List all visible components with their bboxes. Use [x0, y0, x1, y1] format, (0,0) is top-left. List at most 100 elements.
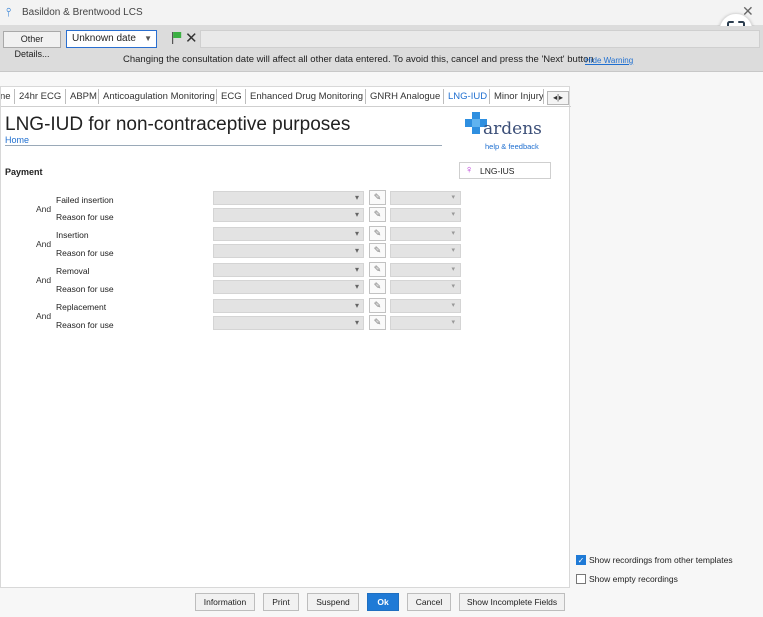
- title-divider: [5, 145, 442, 146]
- tab-anticoagulation-monitoring[interactable]: Anticoagulation Monitoring: [103, 91, 215, 102]
- reason-for-use-secondary-select[interactable]: ▾: [390, 280, 461, 294]
- lng-ius-label: LNG-IUS: [480, 166, 515, 176]
- other-details-button[interactable]: Other Details...: [3, 31, 61, 59]
- row-label-failed-insertion: Failed insertion: [56, 195, 114, 205]
- removal-select[interactable]: ▾: [213, 263, 364, 277]
- row-label-reason-for-use: Reason for use: [56, 248, 114, 258]
- title-bar: ⫯ Basildon & Brentwood LCS ✕: [0, 0, 763, 26]
- chevron-down-icon: ▾: [451, 319, 455, 326]
- window-title: Basildon & Brentwood LCS: [22, 7, 143, 18]
- pencil-icon[interactable]: ✎: [369, 190, 386, 205]
- pencil-icon[interactable]: ✎: [369, 207, 386, 222]
- information-button[interactable]: Information: [195, 593, 255, 611]
- tab-separator: [216, 89, 217, 104]
- consultation-date-select[interactable]: Unknown date ▼: [66, 30, 157, 48]
- tab-separator: [98, 89, 99, 104]
- chevron-down-icon: ▾: [354, 193, 359, 202]
- reason-for-use-secondary-select[interactable]: ▾: [390, 208, 461, 222]
- tab-gnrh-analogue[interactable]: GNRH Analogue: [370, 91, 440, 102]
- tab-scroll-button[interactable]: ◂|▸: [547, 91, 569, 105]
- home-link[interactable]: Home: [5, 135, 29, 145]
- ardens-logo[interactable]: ardens help & feedback: [465, 110, 545, 151]
- chevron-down-icon: ▾: [354, 282, 359, 291]
- show-recordings-option[interactable]: ✓ Show recordings from other templates: [576, 555, 756, 567]
- tab-separator: [365, 89, 366, 104]
- chevron-down-icon: ▾: [354, 210, 359, 219]
- chevron-down-icon: ▾: [451, 247, 455, 254]
- tab-separator: [65, 89, 66, 104]
- chevron-down-icon: ▾: [451, 211, 455, 218]
- page-title: LNG-IUD for non-contraceptive purposes: [5, 114, 351, 135]
- tab-enhanced-drug-monitoring[interactable]: Enhanced Drug Monitoring: [250, 91, 363, 102]
- failed-insertion-select[interactable]: ▾: [213, 191, 364, 205]
- main-area: ne 24hr ECG ABPM Anticoagulation Monitor…: [0, 72, 763, 617]
- removal-secondary-select[interactable]: ▾: [390, 263, 461, 277]
- tab-ecg[interactable]: ECG: [221, 91, 242, 102]
- section-label-payment: Payment: [5, 167, 43, 177]
- failed-insertion-secondary-select[interactable]: ▾: [390, 191, 461, 205]
- show-empty-label: Show empty recordings: [589, 574, 678, 584]
- chevron-down-icon: ▼: [144, 34, 152, 43]
- chevron-down-icon: ▾: [354, 229, 359, 238]
- chevron-down-icon: ▾: [451, 230, 455, 237]
- date-detail-field[interactable]: [200, 30, 760, 48]
- pencil-icon[interactable]: ✎: [369, 243, 386, 258]
- show-recordings-checkbox[interactable]: ✓: [576, 555, 586, 565]
- template-tabs: ne 24hr ECG ABPM Anticoagulation Monitor…: [1, 87, 571, 107]
- reason-for-use-select[interactable]: ▾: [213, 280, 364, 294]
- tab-partial[interactable]: ne: [1, 91, 11, 102]
- flag-icon[interactable]: [172, 32, 182, 44]
- pencil-icon[interactable]: ✎: [369, 298, 386, 313]
- insertion-secondary-select[interactable]: ▾: [390, 227, 461, 241]
- show-incomplete-fields-button[interactable]: Show Incomplete Fields: [459, 593, 565, 611]
- consultation-date-value: Unknown date: [72, 33, 136, 44]
- template-panel: ne 24hr ECG ABPM Anticoagulation Monitor…: [0, 86, 571, 588]
- row-label-insertion: Insertion: [56, 230, 89, 240]
- replacement-select[interactable]: ▾: [213, 299, 364, 313]
- lng-ius-tag[interactable]: ♀ LNG-IUS: [459, 162, 551, 179]
- clear-date-icon[interactable]: ✕: [185, 29, 198, 47]
- chevron-down-icon: ▾: [451, 302, 455, 309]
- and-label: And: [36, 239, 52, 249]
- ok-button[interactable]: Ok: [367, 593, 399, 611]
- replacement-secondary-select[interactable]: ▾: [390, 299, 461, 313]
- row-label-reason-for-use: Reason for use: [56, 212, 114, 222]
- chevron-down-icon: ▾: [451, 283, 455, 290]
- pencil-icon[interactable]: ✎: [369, 226, 386, 241]
- tab-minor-injury[interactable]: Minor Injury: [494, 91, 544, 102]
- tab-separator: [489, 89, 490, 104]
- pencil-icon[interactable]: ✎: [369, 262, 386, 277]
- show-recordings-label: Show recordings from other templates: [589, 555, 733, 565]
- app-logo-icon: ⫯: [6, 5, 12, 19]
- reason-for-use-secondary-select[interactable]: ▾: [390, 244, 461, 258]
- pencil-icon[interactable]: ✎: [369, 279, 386, 294]
- tab-24hr-ecg[interactable]: 24hr ECG: [19, 91, 61, 102]
- pencil-icon[interactable]: ✎: [369, 315, 386, 330]
- date-warning-text: Changing the consultation date will affe…: [123, 54, 594, 65]
- and-label: And: [36, 204, 52, 214]
- show-empty-option[interactable]: Show empty recordings: [576, 574, 756, 586]
- chevron-down-icon: ▾: [354, 301, 359, 310]
- hide-warning-link[interactable]: Hide Warning: [585, 56, 633, 65]
- tab-lng-iud[interactable]: LNG-IUD: [448, 91, 487, 102]
- reason-for-use-select[interactable]: ▾: [213, 316, 364, 330]
- insertion-select[interactable]: ▾: [213, 227, 364, 241]
- chevron-down-icon: ▾: [354, 318, 359, 327]
- cancel-button[interactable]: Cancel: [407, 593, 451, 611]
- suspend-button[interactable]: Suspend: [307, 593, 359, 611]
- reason-for-use-secondary-select[interactable]: ▾: [390, 316, 461, 330]
- tab-separator: [14, 89, 15, 104]
- tab-separator: [245, 89, 246, 104]
- reason-for-use-select[interactable]: ▾: [213, 244, 364, 258]
- show-empty-checkbox[interactable]: [576, 574, 586, 584]
- row-label-removal: Removal: [56, 266, 90, 276]
- and-label: And: [36, 275, 52, 285]
- reason-for-use-select[interactable]: ▾: [213, 208, 364, 222]
- print-button[interactable]: Print: [263, 593, 299, 611]
- tab-separator: [543, 89, 544, 104]
- help-feedback-link[interactable]: help & feedback: [485, 142, 539, 151]
- row-label-replacement: Replacement: [56, 302, 107, 312]
- row-label-reason-for-use: Reason for use: [56, 320, 114, 330]
- tab-abpm[interactable]: ABPM: [70, 91, 97, 102]
- female-icon: ♀: [465, 164, 474, 176]
